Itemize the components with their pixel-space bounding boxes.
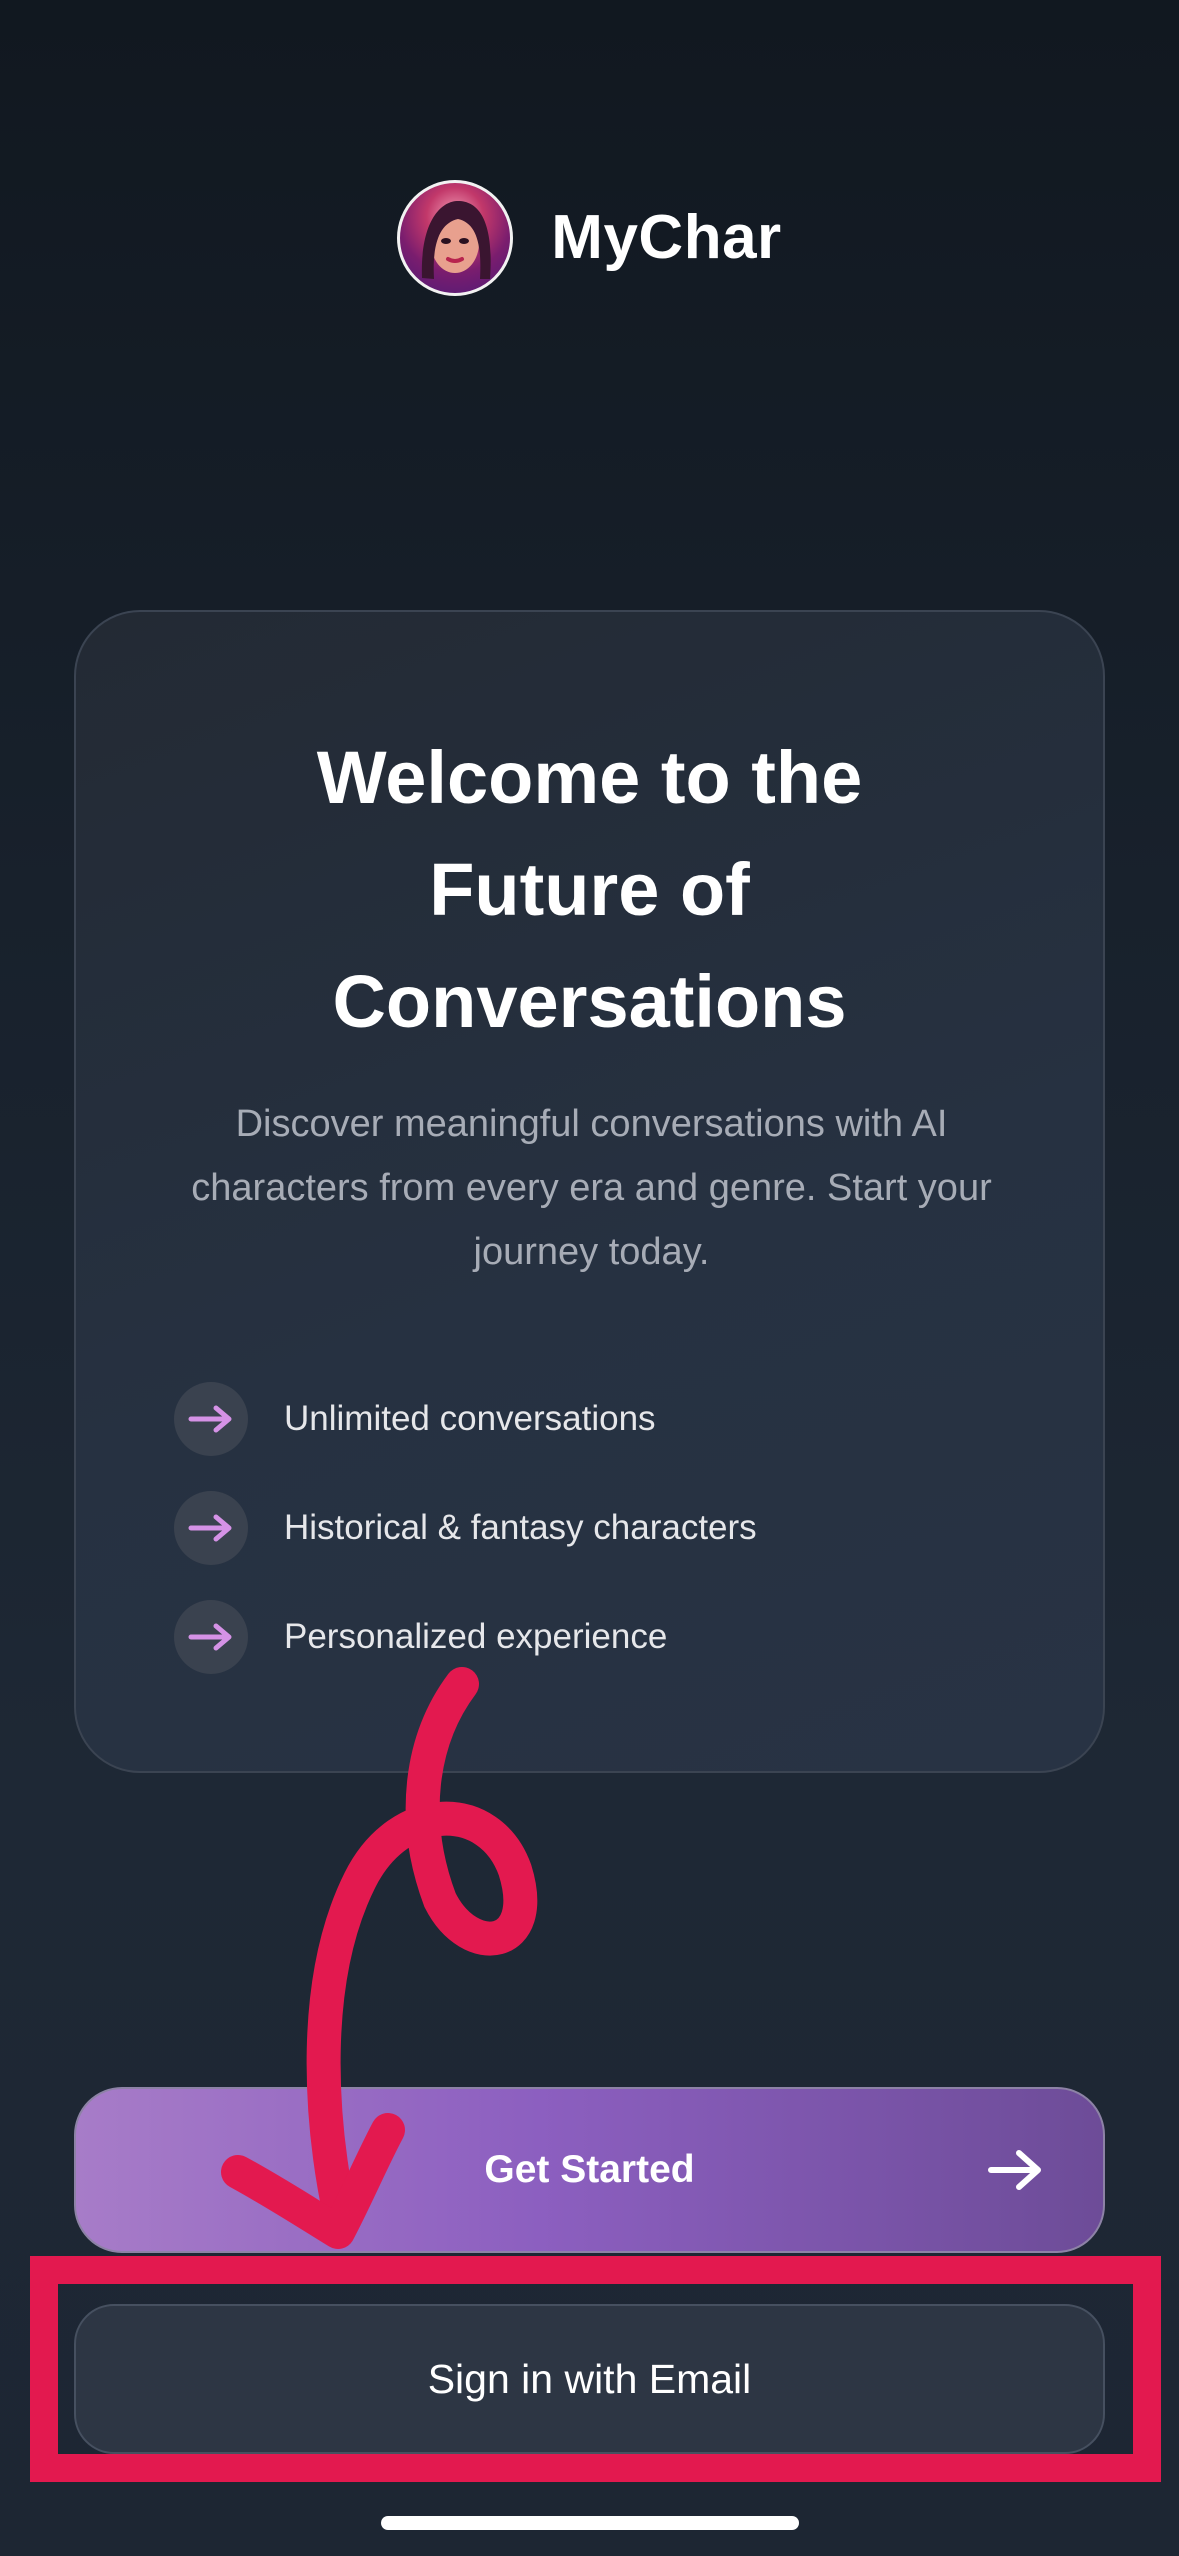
arrow-right-icon (988, 2150, 1041, 2190)
feature-label: Historical & fantasy characters (284, 1508, 757, 1547)
email-signin-label: Sign in with Email (427, 2355, 752, 2402)
welcome-card: Welcome to the Future of Conversations D… (74, 610, 1105, 1773)
welcome-title: Welcome to the Future of Conversations (76, 722, 1103, 1058)
portrait-avatar-icon (397, 179, 514, 296)
get-started-label: Get Started (484, 2148, 695, 2191)
app-header: MyChar (0, 175, 1179, 300)
feature-item: Personalized experience (174, 1600, 974, 1674)
home-indicator[interactable] (381, 2516, 799, 2530)
feature-label: Personalized experience (284, 1617, 668, 1656)
feature-label: Unlimited conversations (284, 1399, 656, 1438)
welcome-title-text: Welcome to the Future of Conversations (316, 736, 863, 1043)
arrow-right-icon (174, 1491, 248, 1565)
feature-list: Unlimited conversations Historical & fan… (174, 1382, 974, 1709)
email-signin-button[interactable]: Sign in with Email (74, 2304, 1105, 2454)
feature-item: Historical & fantasy characters (174, 1491, 974, 1565)
app-name: MyChar (551, 203, 782, 272)
get-started-button[interactable]: Get Started (74, 2087, 1105, 2253)
arrow-right-icon (174, 1600, 248, 1674)
welcome-description: Discover meaningful conversations with A… (191, 1103, 992, 1273)
arrow-right-icon (174, 1382, 248, 1456)
feature-item: Unlimited conversations (174, 1382, 974, 1456)
